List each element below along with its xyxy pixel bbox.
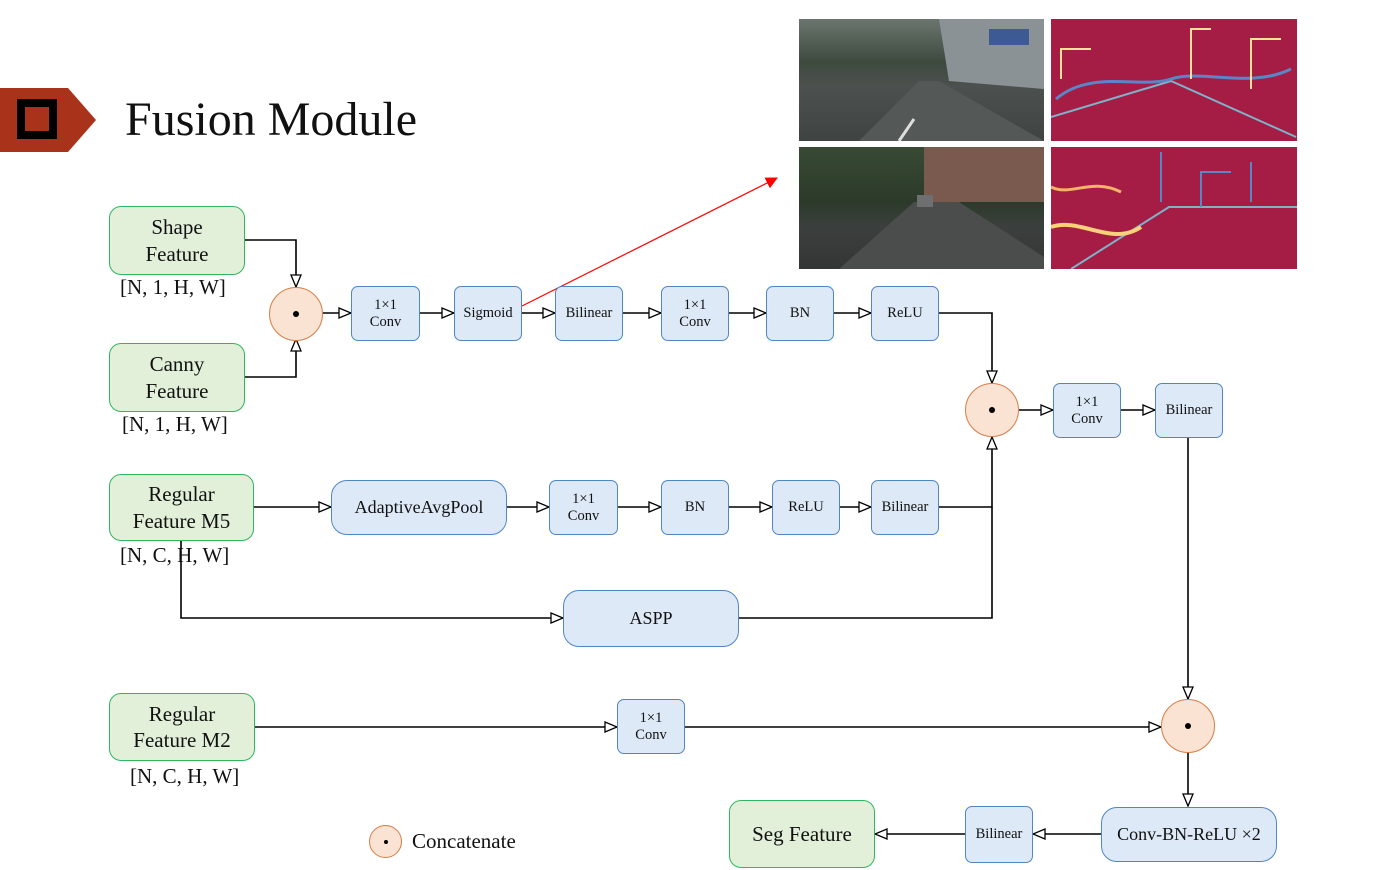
concat-dot-icon: [293, 311, 299, 317]
sigmoid-node: Sigmoid: [454, 286, 522, 341]
street-photo-2: [799, 147, 1044, 269]
shape-conv1x1-b-node: 1×1 Conv: [661, 286, 729, 341]
canny-feature-node: Canny Feature: [109, 343, 245, 412]
shape-relu-node: ReLU: [871, 286, 939, 341]
legend-concat-label: Concatenate: [412, 829, 516, 853]
merge-bilinear-node: Bilinear: [1155, 383, 1223, 438]
merge-conv1x1-node: 1×1 Conv: [1053, 383, 1121, 438]
regular-feature-m2-node: Regular Feature M2: [109, 693, 255, 761]
output-bilinear-node: Bilinear: [965, 806, 1033, 863]
m5-bn-node: BN: [661, 480, 729, 535]
edge-canny-to-concat: [245, 339, 296, 378]
street-photo-1: [799, 19, 1044, 141]
concat-node-2: [965, 383, 1019, 437]
edge-shape-to-concat: [245, 239, 296, 287]
edge-relu-to-concat2: [939, 312, 992, 383]
concat-dot-icon: [1185, 723, 1191, 729]
shape-feature-dims: [N, 1, H, W]: [120, 275, 226, 299]
adaptive-avgpool-node: AdaptiveAvgPool: [331, 480, 507, 535]
regular-feature-m5-dims: [N, C, H, W]: [120, 543, 230, 567]
edge-bilinear-to-concat2: [939, 437, 992, 508]
m5-bilinear-node: Bilinear: [871, 480, 939, 535]
legend-concat-icon: [369, 825, 402, 858]
edge-m5-to-aspp: [180, 540, 563, 618]
seg-feature-node: Seg Feature: [729, 800, 875, 868]
m5-relu-node: ReLU: [772, 480, 840, 535]
shape-feature-node: Shape Feature: [109, 206, 245, 275]
shape-bn-node: BN: [766, 286, 834, 341]
conv-bn-relu-node: Conv-BN-ReLU ×2: [1101, 807, 1277, 862]
concat-dot-icon: [383, 839, 388, 844]
canny-feature-dims: [N, 1, H, W]: [122, 412, 228, 436]
concat-dot-icon: [989, 407, 995, 413]
fusion-module-diagram: Fusion Module Shape Feature [N, 1, H, W] …: [0, 0, 1386, 870]
shape-conv1x1-node: 1×1 Conv: [351, 286, 420, 341]
m5-conv1x1-node: 1×1 Conv: [549, 480, 618, 535]
regular-feature-m5-node: Regular Feature M5: [109, 474, 254, 541]
concat-node-3: [1161, 699, 1215, 753]
title-banner-icon: [0, 88, 96, 152]
shape-bilinear-node: Bilinear: [555, 286, 623, 341]
attention-heatmap-1: [1051, 19, 1297, 141]
attention-heatmap-2: [1051, 147, 1297, 269]
aspp-node: ASPP: [563, 590, 739, 647]
regular-feature-m2-dims: [N, C, H, W]: [130, 764, 240, 788]
page-title: Fusion Module: [125, 93, 418, 146]
m2-conv1x1-node: 1×1 Conv: [617, 699, 685, 754]
concat-node-1: [269, 287, 323, 341]
